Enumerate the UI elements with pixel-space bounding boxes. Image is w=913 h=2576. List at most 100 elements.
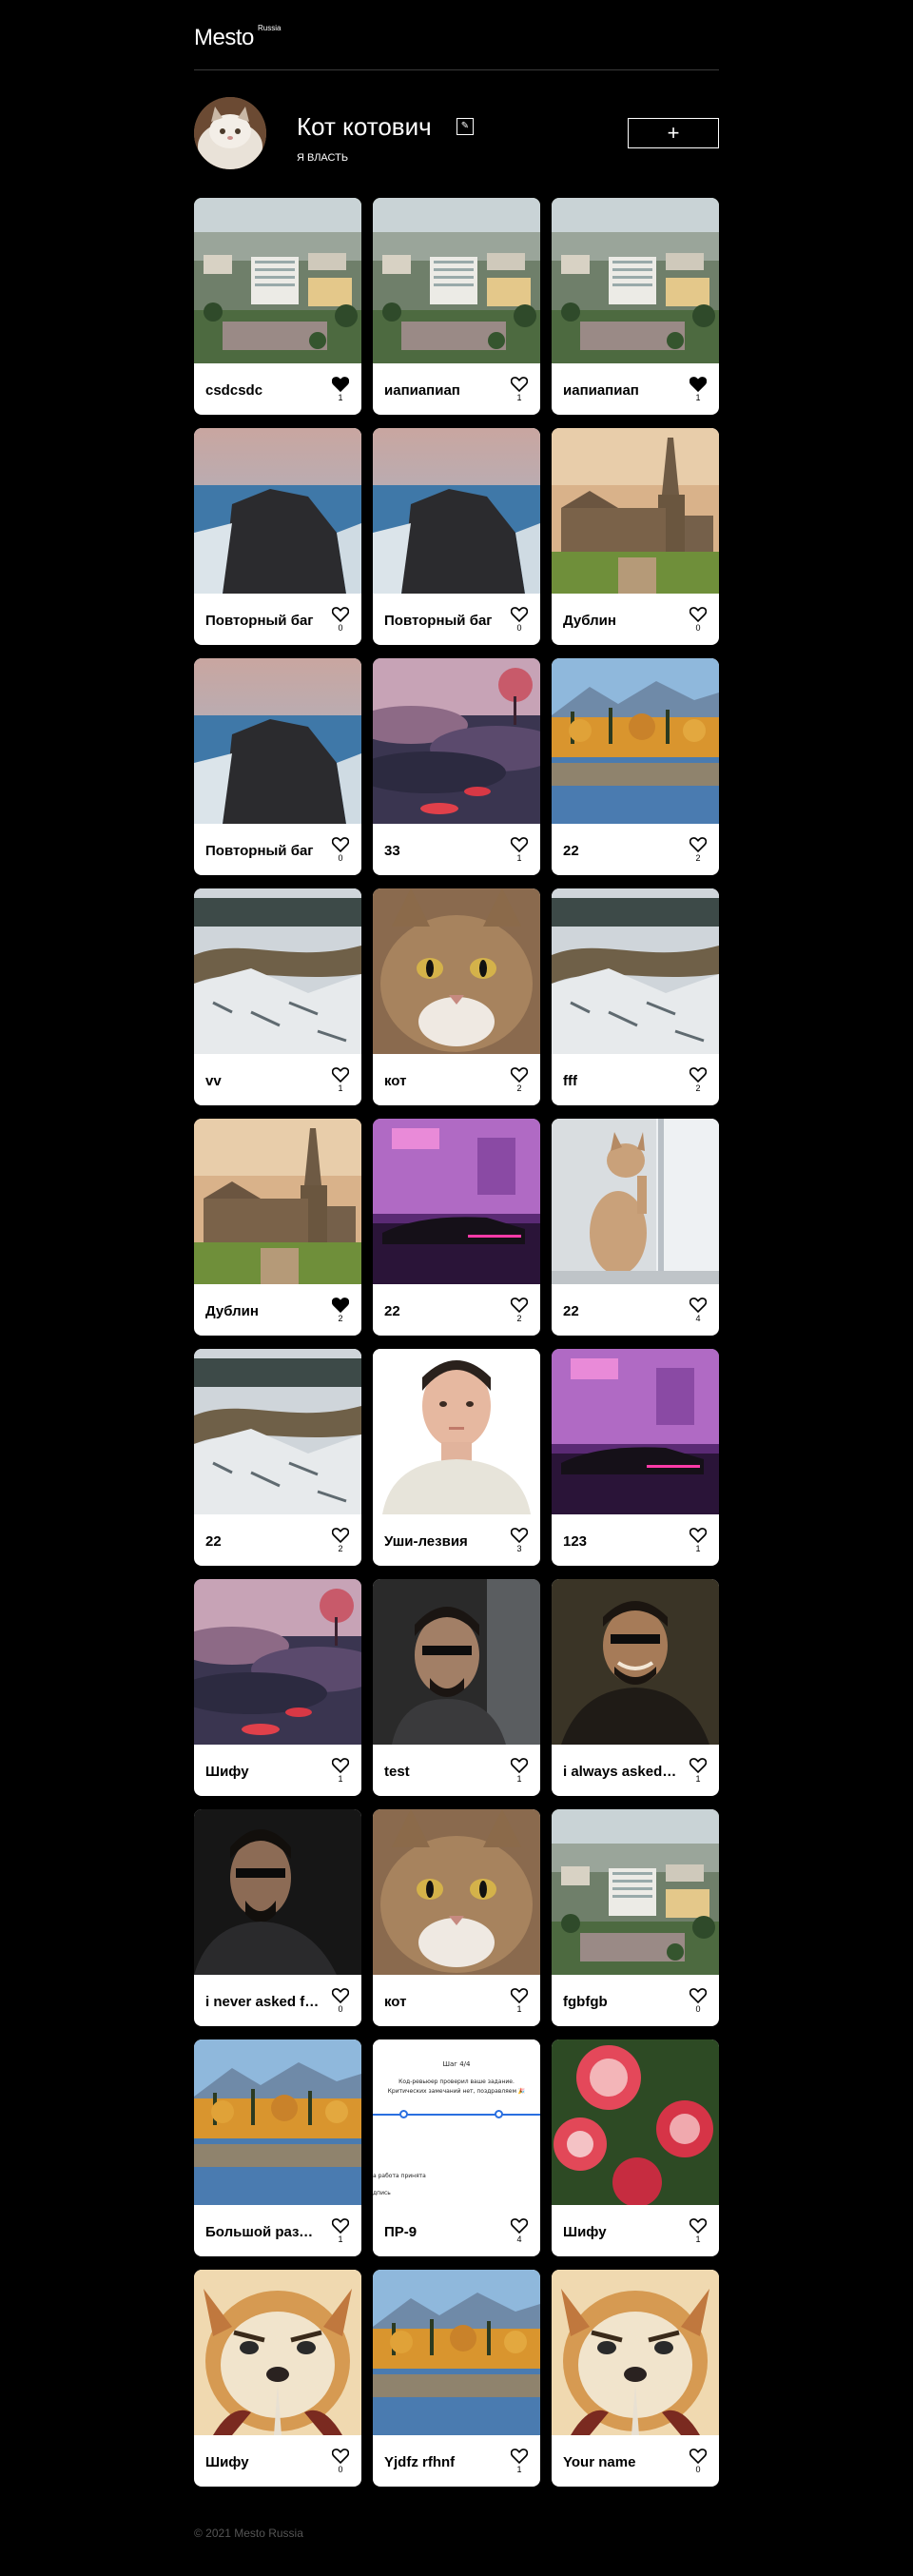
card: Шифу 0 [194,2270,361,2487]
like-button[interactable] [689,607,708,623]
page: Mesto Russia Кот котович ✎ Я ВЛАСТЬ + cs… [194,0,719,2576]
like-container: 4 [510,2218,529,2244]
like-container: 0 [510,607,529,633]
card-image[interactable] [552,2039,719,2205]
profile-name: Кот котович [297,112,432,141]
like-button[interactable] [510,607,529,623]
card: fff 2 [552,888,719,1105]
like-button[interactable] [689,377,708,393]
card-title: Большой размер [205,2224,320,2240]
card-image[interactable] [194,658,361,824]
like-button[interactable] [331,607,350,623]
card-image[interactable] [373,2270,540,2435]
like-button[interactable] [510,1988,529,2004]
like-button[interactable] [331,1988,350,2004]
card-image[interactable] [194,1119,361,1284]
card: test 1 [373,1579,540,1796]
avatar[interactable] [194,97,266,169]
add-card-button[interactable]: + [628,118,719,148]
like-button[interactable] [510,2218,529,2234]
like-button[interactable] [510,1067,529,1083]
card-title: fff [563,1073,577,1089]
like-button[interactable] [510,2449,529,2465]
card-image[interactable] [194,198,361,363]
card: Шифу 1 [552,2039,719,2256]
card: 123 1 [552,1349,719,1566]
like-button[interactable] [510,837,529,853]
like-button[interactable] [510,377,529,393]
like-button[interactable] [510,1758,529,1774]
card-image[interactable] [552,2270,719,2435]
card-image[interactable] [194,2039,361,2205]
screenshot-text: Код-ревьюер проверил ваше задание. [398,2078,515,2085]
like-container: 0 [331,1988,350,2014]
like-container: 0 [331,2449,350,2474]
card-title: 22 [563,1303,579,1319]
like-container: 2 [510,1298,529,1323]
like-button[interactable] [689,1528,708,1544]
like-container: 1 [331,377,350,402]
card-image[interactable] [552,658,719,824]
like-button[interactable] [689,1988,708,2004]
card-image[interactable] [552,198,719,363]
like-button[interactable] [331,377,350,393]
card-image[interactable] [373,1809,540,1975]
card-image[interactable] [194,428,361,594]
like-button[interactable] [331,1067,350,1083]
card-title: Шифу [563,2224,607,2240]
card-title: Шифу [205,1764,249,1780]
like-button[interactable] [689,837,708,853]
like-container: 1 [510,377,529,402]
card: i always asked for this 1 [552,1579,719,1796]
card-title: test [384,1764,410,1780]
card-title: Yjdfz rfhnf [384,2454,456,2470]
like-button[interactable] [331,1758,350,1774]
card-image[interactable] [552,888,719,1054]
edit-profile-button[interactable]: ✎ [456,118,474,135]
card: 22 2 [373,1119,540,1336]
card-image[interactable] [552,1119,719,1284]
card: иапиапиап 1 [373,198,540,415]
like-button[interactable] [331,1298,350,1314]
card-image[interactable] [373,888,540,1054]
card: fgbfgb 0 [552,1809,719,2026]
like-container: 1 [331,1758,350,1784]
like-container: 0 [331,607,350,633]
card-title: i always asked for this [563,1764,677,1780]
card-image[interactable] [194,888,361,1054]
like-container: 1 [689,1758,708,1784]
card-image[interactable] [373,1579,540,1745]
like-button[interactable] [689,1298,708,1314]
like-button[interactable] [331,837,350,853]
card-image[interactable] [552,428,719,594]
card-image[interactable] [194,1579,361,1745]
card-image[interactable] [373,428,540,594]
like-button[interactable] [510,1298,529,1314]
card: Шаг 4/4 Код-ревьюер проверил ваше задание… [373,2039,540,2256]
card-image[interactable] [194,1809,361,1975]
like-button[interactable] [689,2218,708,2234]
header: Mesto Russia [194,0,719,70]
card-image[interactable] [194,1349,361,1514]
like-button[interactable] [331,2218,350,2234]
card-image[interactable]: Шаг 4/4 Код-ревьюер проверил ваше задание… [373,2039,540,2205]
like-button[interactable] [510,1528,529,1544]
like-container: 0 [689,2449,708,2474]
card-title: vv [205,1073,222,1089]
card-image[interactable] [373,1349,540,1514]
like-container: 4 [689,1298,708,1323]
like-button[interactable] [331,2449,350,2465]
card-image[interactable] [552,1579,719,1745]
like-button[interactable] [689,2449,708,2465]
card: 22 2 [552,658,719,875]
like-button[interactable] [331,1528,350,1544]
card-image[interactable] [373,1119,540,1284]
like-button[interactable] [689,1758,708,1774]
card-image[interactable] [373,658,540,824]
like-button[interactable] [689,1067,708,1083]
card-image[interactable] [373,198,540,363]
card-image[interactable] [552,1809,719,1975]
card-image[interactable] [552,1349,719,1514]
card-image[interactable] [194,2270,361,2435]
logo[interactable]: Mesto [194,25,254,51]
